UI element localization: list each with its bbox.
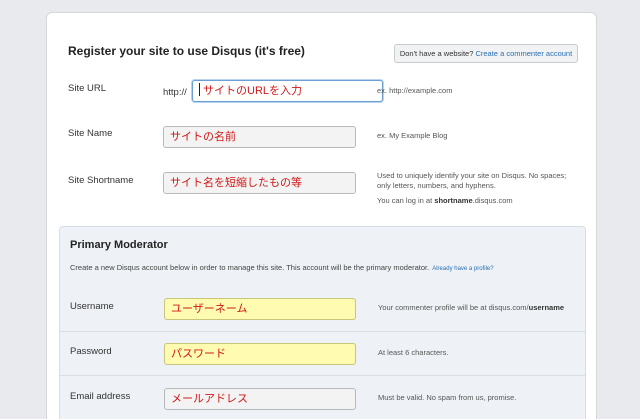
password-label: Password: [70, 346, 112, 357]
shortname-hint-pre: You can log in at: [377, 196, 433, 205]
moderator-description: Create a new Disqus account below in ord…: [70, 263, 494, 272]
password-value: パスワード: [171, 348, 226, 360]
site-shortname-hint-1: Used to uniquely identify your site on D…: [377, 171, 567, 180]
username-hint: Your commenter profile will be at disqus…: [378, 303, 564, 313]
email-hint: Must be valid. No spam from us, promise.: [378, 393, 517, 402]
text-caret: [199, 83, 200, 96]
email-value: メールアドレス: [171, 393, 248, 405]
field-divider: [60, 375, 585, 376]
password-hint: At least 6 characters.: [378, 348, 449, 357]
http-prefix: http://: [163, 87, 187, 98]
password-input[interactable]: パスワード: [164, 343, 356, 365]
site-name-label: Site Name: [68, 128, 113, 139]
shortname-hint-bold: shortname: [434, 196, 473, 205]
site-shortname-login-hint: You can log in at shortname.disqus.com: [377, 196, 513, 206]
field-divider: [60, 331, 585, 332]
moderator-section-title: Primary Moderator: [70, 239, 168, 251]
username-label: Username: [70, 301, 114, 312]
commenter-prompt: Don't have a website?: [399, 49, 474, 58]
site-name-value: サイトの名前: [170, 131, 236, 143]
registration-card: Register your site to use Disqus (it's f…: [46, 12, 597, 419]
site-url-label: Site URL: [68, 83, 107, 94]
already-have-profile-link[interactable]: Already have a profile?: [432, 266, 493, 272]
primary-moderator-section: Primary Moderator Create a new Disqus ac…: [59, 226, 586, 419]
site-name-input[interactable]: サイトの名前: [163, 126, 356, 148]
site-shortname-label: Site Shortname: [68, 175, 134, 186]
moderator-description-text: Create a new Disqus account below in ord…: [70, 263, 430, 272]
username-hint-bold: username: [528, 303, 565, 312]
shortname-hint-post: .disqus.com: [472, 196, 513, 205]
site-name-hint: ex. My Example Blog: [377, 131, 448, 140]
email-input[interactable]: メールアドレス: [164, 388, 356, 410]
site-shortname-input[interactable]: サイト名を短縮したもの等: [163, 172, 356, 194]
commenter-account-box: Don't have a website? Create a commenter…: [394, 44, 578, 63]
email-label: Email address: [70, 391, 131, 402]
username-value: ユーザーネーム: [171, 303, 248, 315]
site-shortname-value: サイト名を短縮したもの等: [170, 177, 302, 189]
create-commenter-account-link[interactable]: Create a commenter account: [475, 49, 572, 58]
site-url-hint: ex. http://example.com: [377, 86, 453, 95]
site-shortname-hint-2: only letters, numbers, and hyphens.: [377, 181, 496, 190]
site-url-value: サイトのURLを入力: [203, 85, 303, 97]
page-title: Register your site to use Disqus (it's f…: [68, 44, 305, 58]
site-url-input[interactable]: サイトのURLを入力: [192, 80, 383, 102]
username-input[interactable]: ユーザーネーム: [164, 298, 356, 320]
username-hint-pre: Your commenter profile will be at disqus…: [378, 303, 529, 312]
